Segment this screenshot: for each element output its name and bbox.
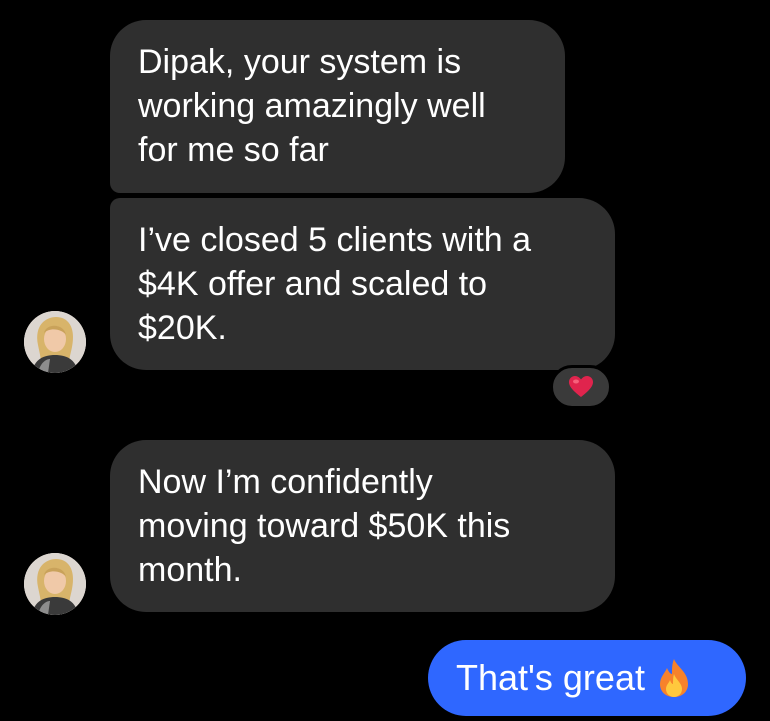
received-message-bubble[interactable]: Now I’m confidently moving toward $50K t… <box>110 440 615 612</box>
avatar-photo-icon <box>24 553 86 615</box>
heart-icon <box>569 376 593 397</box>
heart-reaction[interactable] <box>550 365 612 409</box>
contact-avatar[interactable] <box>24 311 86 373</box>
fire-icon <box>657 658 691 698</box>
contact-avatar[interactable] <box>24 553 86 615</box>
sent-message-text: That's great <box>456 657 645 698</box>
avatar-photo-icon <box>24 311 86 373</box>
received-message-bubble[interactable]: Dipak, your system is working amazingly … <box>110 20 565 193</box>
sent-message-bubble[interactable]: That's great <box>428 640 746 716</box>
received-message-bubble[interactable]: I’ve closed 5 clients with a $4K offer a… <box>110 198 615 370</box>
